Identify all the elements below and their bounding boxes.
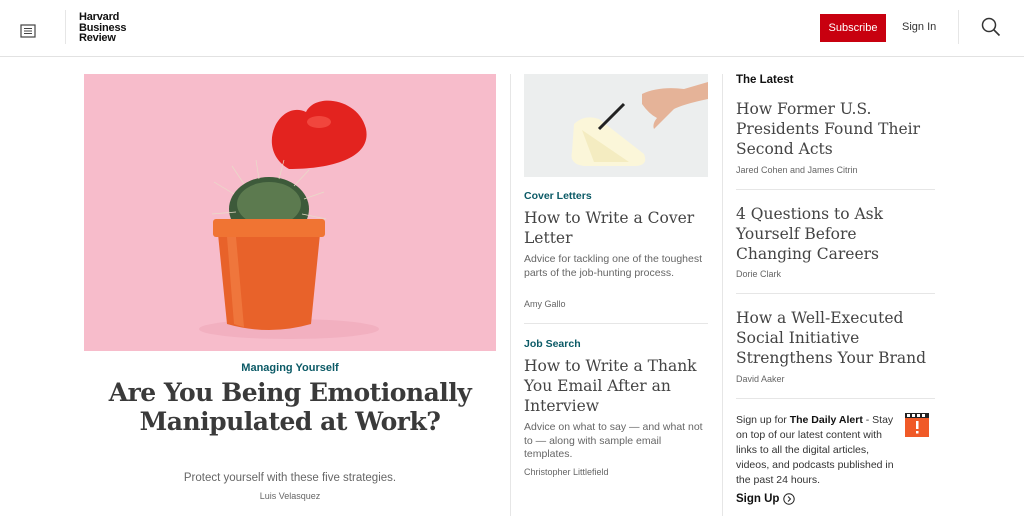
latest-divider xyxy=(736,293,935,294)
logo-line: Review xyxy=(79,32,116,44)
latest-divider xyxy=(736,398,935,399)
cover-letter-image[interactable] xyxy=(524,74,708,177)
latest-item-author[interactable]: Dorie Clark xyxy=(736,269,781,279)
search-button[interactable] xyxy=(980,16,1002,38)
article-author[interactable]: Amy Gallo xyxy=(524,299,566,309)
alert-prefix: Sign up for xyxy=(736,414,790,426)
hero-title[interactable]: Are You Being Emotionally Manipulated at… xyxy=(100,378,480,436)
article-dek: Advice on what to say — and what not to … xyxy=(524,421,703,460)
article-author[interactable]: Christopher Littlefield xyxy=(524,467,609,477)
alert-icon xyxy=(905,413,929,437)
hero-dek: Protect yourself with these five strateg… xyxy=(183,472,397,484)
column-divider xyxy=(722,74,723,516)
daily-alert-text: Sign up for The Daily Alert - Stay on to… xyxy=(736,413,904,488)
hero-author[interactable]: Luis Velasquez xyxy=(84,491,496,501)
latest-item-title[interactable]: How Former U.S. Presidents Found Their S… xyxy=(736,99,936,159)
menu-icon xyxy=(20,24,36,38)
article-title[interactable]: How to Write a Thank You Email After an … xyxy=(524,356,714,416)
site-header: Harvard Business Review Subscribe Sign I… xyxy=(0,0,1024,57)
sign-up-link[interactable]: Sign Up xyxy=(736,493,796,505)
hand-pen-illustration xyxy=(524,74,708,177)
hero-image[interactable] xyxy=(84,74,496,351)
alert-name: The Daily Alert xyxy=(789,414,863,426)
hero-kicker[interactable]: Managing Yourself xyxy=(84,362,496,374)
menu-button[interactable] xyxy=(14,17,42,45)
sign-up-label: Sign Up xyxy=(736,493,780,505)
subscribe-button[interactable]: Subscribe xyxy=(820,14,886,42)
search-icon xyxy=(981,17,1001,37)
arrow-circle-right-icon xyxy=(783,493,796,505)
article-kicker[interactable]: Job Search xyxy=(524,338,581,350)
latest-item-title[interactable]: How a Well-Executed Social Initiative St… xyxy=(736,308,936,368)
article-title[interactable]: How to Write a Cover Letter xyxy=(524,208,714,248)
hbr-logo[interactable]: Harvard Business Review xyxy=(79,11,127,44)
logo-line: Harvard xyxy=(79,11,120,23)
latest-item-title[interactable]: 4 Questions to Ask Yourself Before Chang… xyxy=(736,204,936,264)
article-kicker[interactable]: Cover Letters xyxy=(524,190,592,202)
latest-item-author[interactable]: Jared Cohen and James Citrin xyxy=(736,165,858,175)
article-dek: Advice for tackling one of the toughest … xyxy=(524,253,703,279)
header-divider xyxy=(65,10,66,44)
latest-item-author[interactable]: David Aaker xyxy=(736,374,785,384)
cactus-heart-illustration xyxy=(84,74,496,351)
article-divider xyxy=(524,323,708,324)
column-divider xyxy=(510,74,511,516)
latest-heading: The Latest xyxy=(736,74,794,86)
header-divider xyxy=(958,10,959,44)
latest-divider xyxy=(736,189,935,190)
sign-in-link[interactable]: Sign In xyxy=(902,21,936,33)
